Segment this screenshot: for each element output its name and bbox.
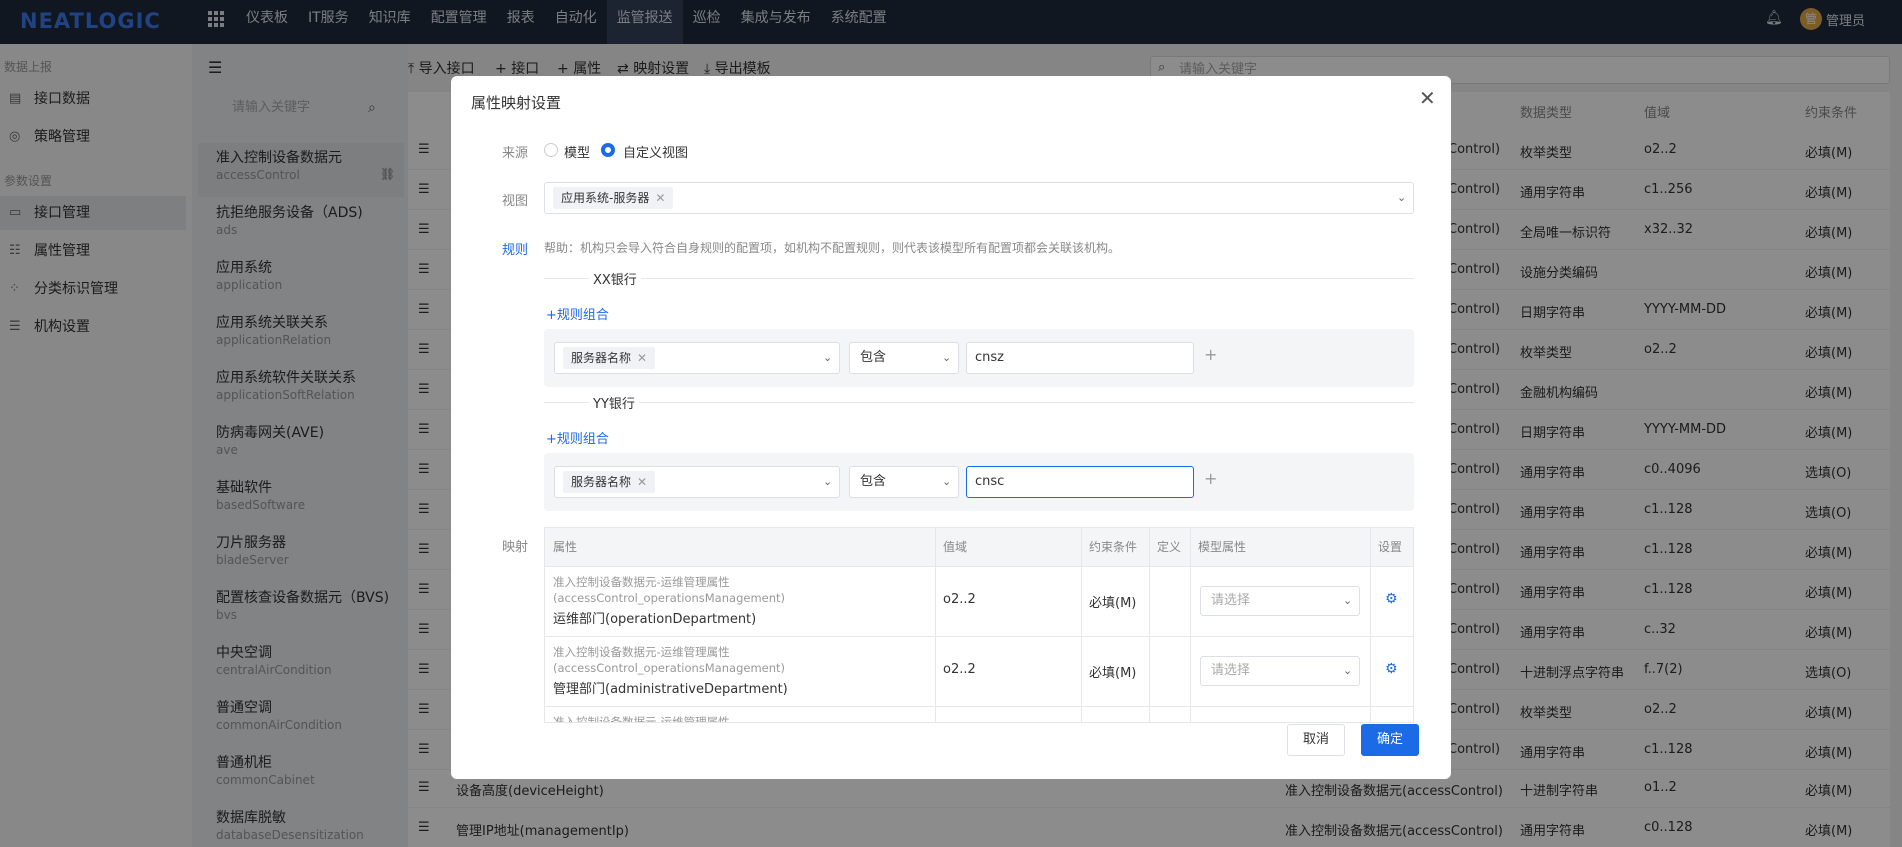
divider [1081,528,1082,722]
chevron-down-icon: ⌄ [823,475,833,488]
divider [1370,528,1371,722]
attribute-name: 运维部门(operationDepartment) [553,612,757,627]
constraint-value: 必填(M) [1089,666,1137,681]
column-header-attribute: 属性 [553,528,578,566]
divider [1149,528,1150,722]
column-header-definition: 定义 [1157,528,1182,566]
confirm-button[interactable]: 确定 [1361,724,1419,756]
rule-label: 规则 [502,243,529,258]
chevron-down-icon: ⌄ [1343,594,1353,607]
table-header [545,528,1413,566]
mapping-label: 映射 [502,540,529,555]
help-text: 帮助：机构只会导入符合自身规则的配置项，如机构不配置规则，则代表该模型所有配置项… [544,241,1121,255]
attribute-tag: 服务器名称 ✕ [563,471,656,493]
attribute-path: 准入控制设备数据元-运维管理属性(accessControl_operation… [553,645,786,675]
divider [545,636,1413,637]
radio-custom-view-label[interactable]: 自定义视图 [623,142,688,161]
group-name: YY银行 [589,393,639,412]
tag-close-icon[interactable]: ✕ [655,191,665,205]
chevron-down-icon: ⌄ [1343,664,1353,677]
attribute-tag: 服务器名称 ✕ [563,347,656,369]
chevron-down-icon: ⌄ [942,475,952,488]
plus-icon[interactable]: + [1204,345,1217,364]
rule-value-input[interactable]: cnsc [966,466,1194,498]
cancel-button[interactable]: 取消 [1287,724,1345,756]
attribute-select[interactable]: 服务器名称 ✕ ⌄ [554,466,840,498]
chevron-down-icon: ⌄ [942,351,952,364]
view-label: 视图 [502,194,529,209]
radio-custom-view[interactable] [601,143,615,157]
rule-row: 服务器名称 ✕ ⌄ 包含 ⌄ cnsz + [544,329,1414,387]
view-tag: 应用系统-服务器 ✕ [553,187,674,209]
add-rule-group-button[interactable]: +规则组合 [546,428,609,447]
domain-value: o2..2 [943,592,976,607]
operator-select[interactable]: 包含 ⌄ [849,342,959,374]
tag-close-icon[interactable]: ✕ [637,351,647,365]
model-attribute-select[interactable]: 请选择 ⌄ [1200,586,1360,616]
constraint-value: 必填(M) [1089,596,1137,611]
column-header-constraint: 约束条件 [1089,528,1138,566]
attribute-name: 管理部门(administrativeDepartment) [553,682,788,697]
gear-icon[interactable]: ⚙ [1385,661,1398,677]
dialog-title: 属性映射设置 [471,94,562,112]
add-rule-group-button[interactable]: +规则组合 [546,304,609,323]
rule-row: 服务器名称 ✕ ⌄ 包含 ⌄ cnsc + [544,453,1414,511]
attribute-mapping-dialog: 属性映射设置 ✕ 来源 模型 自定义视图 视图 应用系统-服务器 ✕ ⌄ 规则 帮… [451,76,1451,779]
chevron-down-icon: ⌄ [823,351,833,364]
rule-value-input[interactable]: cnsz [966,342,1194,374]
chevron-down-icon: ⌄ [1397,191,1407,204]
column-header-model-attribute: 模型属性 [1198,528,1247,566]
attribute-path: 准入控制设备数据元-运维管理属性(accessControl_operation… [553,575,786,605]
gear-icon[interactable]: ⚙ [1385,591,1398,607]
attribute-select[interactable]: 服务器名称 ✕ ⌄ [554,342,840,374]
attribute-path: 准入控制设备数据元-运维管理属性(accessControl_operation… [553,715,730,723]
divider [545,706,1413,707]
divider [935,528,936,722]
view-select[interactable]: 应用系统-服务器 ✕ ⌄ [544,182,1414,214]
domain-value: o2..2 [943,662,976,677]
divider [544,278,1414,279]
source-label: 来源 [502,146,529,161]
column-header-domain: 值域 [943,528,968,566]
divider [544,402,1414,403]
divider [545,566,1413,567]
model-attribute-select[interactable]: 请选择 ⌄ [1200,656,1360,686]
radio-model[interactable] [544,143,558,157]
operator-select[interactable]: 包含 ⌄ [849,466,959,498]
column-header-settings: 设置 [1378,528,1403,566]
plus-icon: + [546,432,557,447]
mapping-table: 属性 值域 约束条件 定义 模型属性 设置 准入控制设备数据元-运维管理属性(a… [544,527,1414,723]
plus-icon: + [546,308,557,323]
divider [1190,528,1191,722]
tag-close-icon[interactable]: ✕ [637,475,647,489]
radio-model-label[interactable]: 模型 [564,142,590,161]
plus-icon[interactable]: + [1204,469,1217,488]
close-icon[interactable]: ✕ [1419,86,1436,110]
group-name: XX银行 [589,269,641,288]
